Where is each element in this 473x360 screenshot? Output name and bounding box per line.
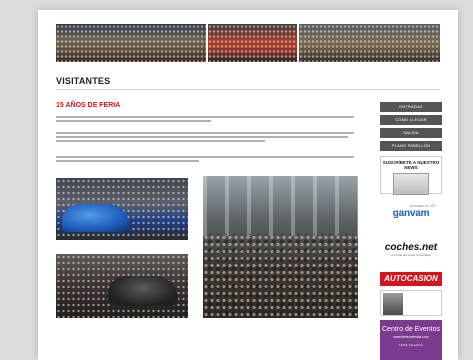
autocasion-logo: AUTOCASION <box>384 274 438 283</box>
events-center-banner[interactable]: Centro de Eventos www.feriavalencia.com … <box>380 320 442 360</box>
ganvam-logo: ganvam <box>392 208 430 219</box>
sidebar-button-como-llegar[interactable]: CÓMO LLEGAR <box>380 115 442 125</box>
blue-car <box>62 204 130 232</box>
sidebar-button-entradas[interactable]: ENTRADAS <box>380 102 442 112</box>
photo-crowd-entrance <box>203 176 358 318</box>
ad-banner-thumbnail[interactable] <box>380 290 442 316</box>
coches-banner[interactable]: coches.net el portal del motor en España <box>380 242 442 262</box>
sidebar-nav: ENTRADAS CÓMO LLEGAR SALIDA PLANO PABELL… <box>380 102 442 154</box>
events-url: www.feriavalencia.com <box>393 335 429 339</box>
banner-photo-crowd <box>56 24 207 62</box>
banner-photo-car <box>208 24 297 62</box>
page-title: VISITANTES <box>56 76 111 86</box>
events-title: Centro de Eventos <box>382 326 440 333</box>
photo-blue-car-visitors <box>56 178 188 240</box>
dark-car <box>108 276 178 306</box>
newsletter-image <box>393 173 429 195</box>
intro-paragraph-1 <box>56 116 354 124</box>
events-footer: FERIA VALENCIA <box>398 343 424 347</box>
newsletter-title: SUSCRÍBETE A NUESTRO NEWS <box>382 160 440 170</box>
intro-paragraph-3 <box>56 156 354 164</box>
newsletter-promo[interactable]: SUSCRÍBETE A NUESTRO NEWS <box>380 156 442 195</box>
title-divider <box>56 89 440 90</box>
section-title: 15 AÑOS DE FERIA <box>56 102 121 109</box>
photo-visitors-dark-car <box>56 254 188 318</box>
sidebar-button-plano[interactable]: PLANO PABELLÓN <box>380 141 442 151</box>
header-banner <box>56 24 440 62</box>
banner-photo-hall <box>298 24 440 62</box>
ad-thumbnail-image <box>383 293 403 315</box>
sidebar-button-salida[interactable]: SALIDA <box>380 128 442 138</box>
coches-caption: el portal del motor en España <box>391 253 431 257</box>
ganvam-banner[interactable]: Asociado al CEF ganvam <box>380 204 442 232</box>
coches-logo: coches.net <box>384 242 438 253</box>
page-container: VISITANTES 15 AÑOS DE FERIA ENTRADAS CÓM… <box>38 10 458 360</box>
autocasion-banner[interactable]: AUTOCASION <box>380 272 442 286</box>
intro-paragraph-2 <box>56 132 354 144</box>
